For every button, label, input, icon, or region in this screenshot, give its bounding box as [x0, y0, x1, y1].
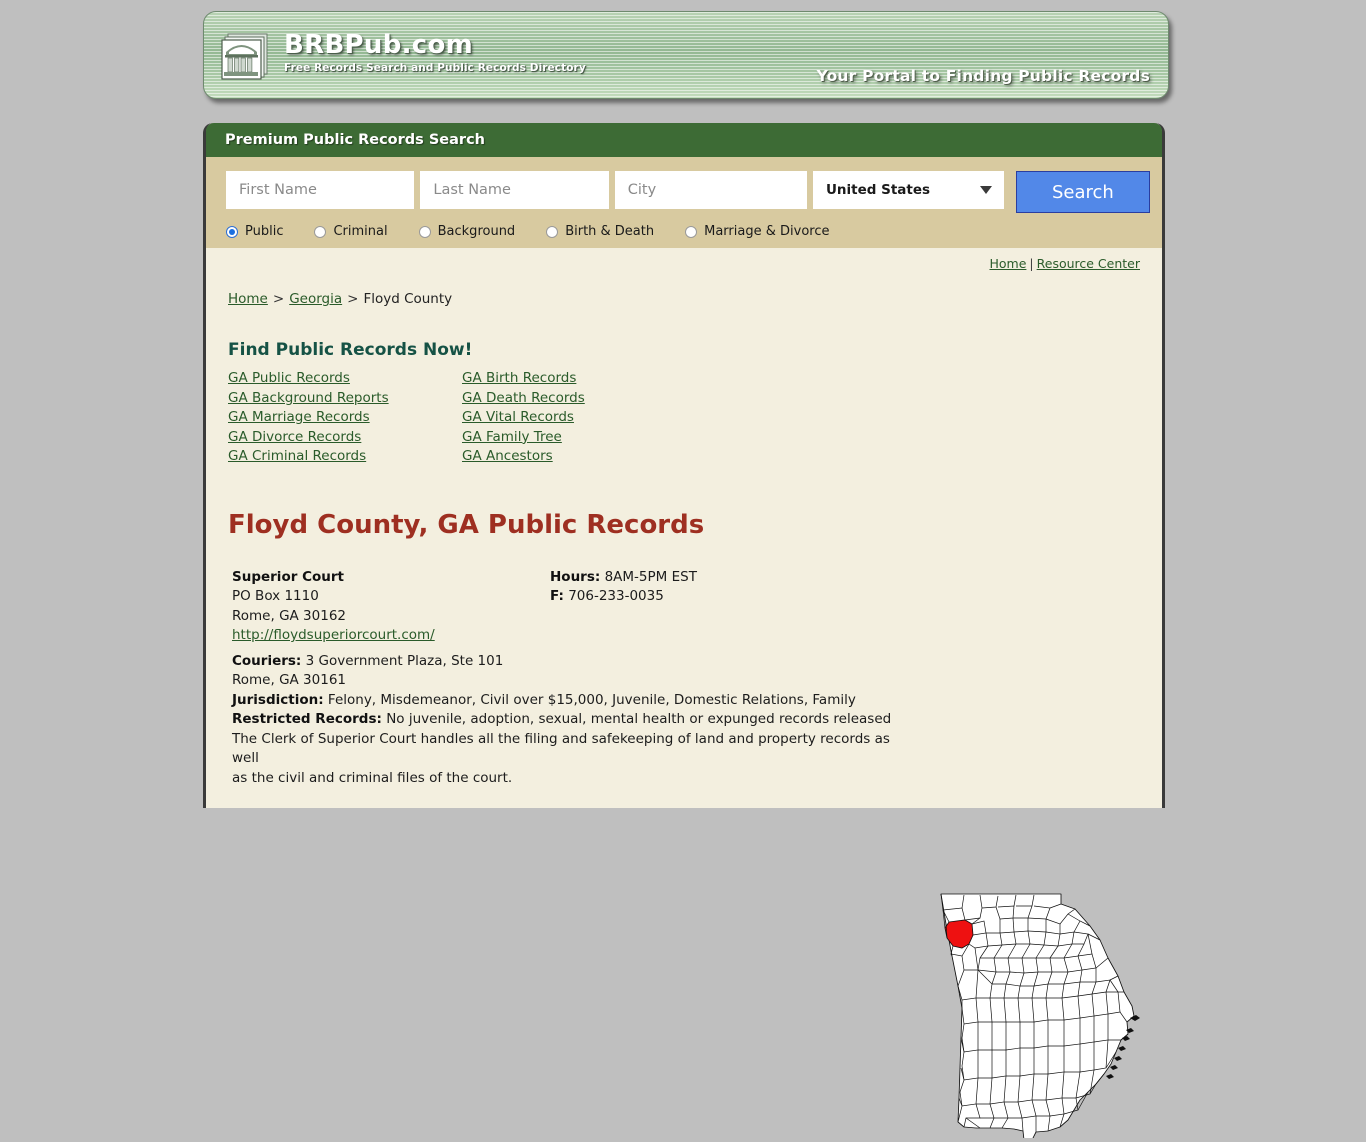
city-input[interactable]: City — [614, 171, 807, 209]
fax-value: 706-233-0035 — [568, 588, 664, 605]
page-title: Floyd County, GA Public Records — [228, 509, 705, 540]
breadcrumb-separator: > — [347, 291, 359, 307]
radio-label: Background — [437, 224, 516, 239]
first-name-input[interactable]: First Name — [226, 171, 415, 209]
radio-label: Public — [245, 224, 284, 239]
chevron-down-icon — [979, 186, 992, 194]
utility-links: Home | Resource Center — [206, 248, 1162, 271]
link-ga-vital-records[interactable]: GA Vital Records — [462, 408, 574, 428]
hours-label: Hours: — [550, 568, 601, 585]
utility-link-separator: | — [1029, 256, 1034, 271]
find-records-block: Find Public Records Now! GA Public Recor… — [206, 307, 1162, 467]
radio-indicator[interactable] — [314, 225, 327, 238]
find-records-columns: GA Public Records GA Background Reports … — [228, 369, 1162, 467]
clerk-note-line2: as the civil and criminal files of the c… — [232, 769, 513, 786]
court-website-link[interactable]: http://floydsuperiorcourt.com/ — [232, 627, 435, 643]
radio-option-public[interactable]: Public — [226, 224, 283, 239]
radio-option-birth-death[interactable]: Birth & Death — [546, 224, 654, 239]
radio-indicator[interactable] — [226, 225, 238, 238]
jurisdiction-line: Jurisdiction: Felony, Misdemeanor, Civil… — [232, 691, 912, 711]
premium-search-title: Premium Public Records Search — [225, 132, 485, 148]
court-contact-column: Superior Court PO Box 1110 Rome, GA 3016… — [232, 568, 550, 646]
link-ga-marriage-records[interactable]: GA Marriage Records — [228, 408, 370, 428]
link-ga-family-tree[interactable]: GA Family Tree — [462, 428, 562, 448]
georgia-county-map — [928, 888, 1146, 1141]
radio-option-marriage-divorce[interactable]: Marriage & Divorce — [685, 224, 829, 239]
site-tagline: Your Portal to Finding Public Records — [816, 67, 1150, 85]
utility-link-resource-center[interactable]: Resource Center — [1037, 256, 1140, 271]
court-address-line2: Rome, GA 30162 — [232, 607, 347, 624]
breadcrumb-home[interactable]: Home — [228, 291, 268, 307]
premium-search-header: Premium Public Records Search — [206, 123, 1162, 157]
clerk-note-line1: The Clerk of Superior Court handles all … — [232, 730, 890, 767]
court-info-grid: Superior Court PO Box 1110 Rome, GA 3016… — [232, 568, 1162, 646]
search-button[interactable]: Search — [1015, 171, 1150, 213]
restricted-line: Restricted Records: No juvenile, adoptio… — [232, 710, 912, 730]
search-fields-row: First Name Last Name City United States … — [226, 171, 1150, 213]
couriers-line: Couriers: 3 Government Plaza, Ste 101 — [232, 652, 912, 672]
restricted-label: Restricted Records: — [232, 711, 382, 728]
utility-link-home[interactable]: Home — [989, 256, 1026, 271]
city-placeholder: City — [627, 182, 657, 198]
last-name-input[interactable]: Last Name — [420, 171, 609, 209]
find-records-column-left: GA Public Records GA Background Reports … — [228, 369, 462, 467]
jurisdiction-label: Jurisdiction: — [232, 691, 324, 708]
radio-option-criminal[interactable]: Criminal — [314, 224, 388, 239]
first-name-placeholder: First Name — [239, 182, 317, 198]
breadcrumb: Home > Georgia > Floyd County — [206, 271, 1162, 307]
link-ga-background-reports[interactable]: GA Background Reports — [228, 389, 389, 409]
link-ga-divorce-records[interactable]: GA Divorce Records — [228, 428, 361, 448]
site-title: BRBPub.com — [284, 30, 474, 60]
jurisdiction-value: Felony, Misdemeanor, Civil over $15,000,… — [327, 691, 856, 708]
find-records-heading: Find Public Records Now! — [228, 340, 473, 360]
site-subtitle: Free Records Search and Public Records D… — [284, 62, 586, 75]
county-detail-section: Floyd County, GA Public Records Superior… — [206, 509, 1162, 1141]
courthouse-building-icon — [219, 30, 271, 82]
radio-label: Birth & Death — [565, 224, 655, 239]
link-ga-birth-records[interactable]: GA Birth Records — [462, 369, 576, 389]
site-header-banner: BRBPub.com Free Records Search and Publi… — [203, 11, 1169, 99]
couriers-value: 3 Government Plaza, Ste 101 — [305, 652, 504, 669]
highlighted-county-floyd — [944, 919, 974, 949]
court-hours-column: Hours: 8AM-5PM EST F: 706-233-0035 — [550, 568, 697, 646]
couriers-label: Couriers: — [232, 652, 302, 669]
court-name: Superior Court — [232, 568, 344, 585]
record-type-radio-group: Public Criminal Background Birth & Death… — [226, 224, 1150, 239]
search-panel: First Name Last Name City United States … — [206, 157, 1162, 248]
breadcrumb-georgia[interactable]: Georgia — [289, 291, 342, 307]
link-ga-death-records[interactable]: GA Death Records — [462, 389, 585, 409]
radio-indicator[interactable] — [546, 225, 559, 238]
fax-label: F: — [550, 588, 564, 605]
radio-option-background[interactable]: Background — [418, 224, 516, 239]
country-select-value: United States — [825, 182, 931, 198]
radio-indicator[interactable] — [685, 225, 698, 238]
last-name-placeholder: Last Name — [433, 182, 511, 198]
brand-block: BRBPub.com Free Records Search and Publi… — [284, 30, 586, 75]
link-ga-criminal-records[interactable]: GA Criminal Records — [228, 447, 366, 467]
radio-indicator[interactable] — [418, 225, 431, 238]
link-ga-ancestors[interactable]: GA Ancestors — [462, 447, 553, 467]
link-ga-public-records[interactable]: GA Public Records — [228, 369, 350, 389]
find-records-column-right: GA Birth Records GA Death Records GA Vit… — [462, 369, 696, 467]
hours-value: 8AM-5PM EST — [604, 568, 697, 585]
restricted-value: No juvenile, adoption, sexual, mental he… — [386, 711, 892, 728]
page-content: Premium Public Records Search First Name… — [203, 123, 1165, 1141]
radio-label: Marriage & Divorce — [704, 224, 830, 239]
radio-label: Criminal — [333, 224, 388, 239]
couriers-city: Rome, GA 30161 — [232, 672, 347, 689]
court-address-line1: PO Box 1110 — [232, 588, 319, 605]
breadcrumb-separator: > — [272, 291, 285, 307]
breadcrumb-current: Floyd County — [363, 291, 453, 307]
country-select[interactable]: United States — [812, 171, 1004, 209]
